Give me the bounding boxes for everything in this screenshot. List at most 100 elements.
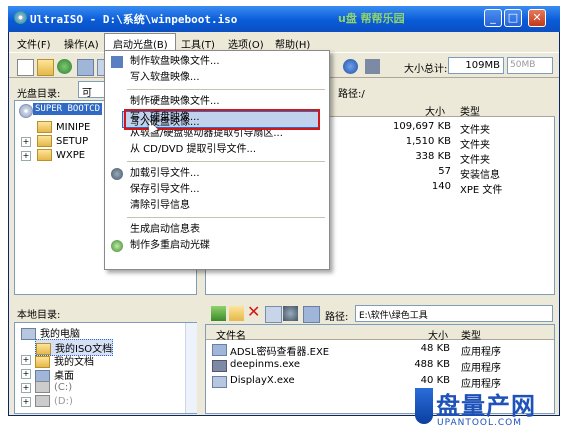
site-logo-subtext: UPANTOOL.COM — [437, 418, 523, 428]
local-path-input[interactable]: E:\软件\绿色工具 — [355, 305, 553, 322]
local-list-header: 文件名 大小 类型 — [206, 325, 554, 342]
menu-item-label: 写入软盘映像... — [130, 72, 200, 83]
menu-item-make-floppy-image[interactable]: 制作软盘映像文件... — [105, 54, 329, 70]
file-name: ADSL密码查看器.EXE — [230, 347, 330, 358]
row-type: 文件夹 — [460, 155, 490, 166]
menu-item-save-boot-file[interactable]: 保存引导文件... — [105, 182, 329, 198]
expand-toggle[interactable]: + — [21, 151, 31, 161]
menu-item-extract-cd-boot[interactable]: 从 CD/DVD 提取引导文件... — [105, 142, 329, 158]
file-size: 48 KB — [420, 343, 450, 354]
tree-item-label: SETUP — [56, 136, 89, 147]
highlighted-item-label[interactable]: 写入硬盘映像... — [130, 113, 200, 128]
table-row[interactable]: ADSL密码查看器.EXE 48 KB 应用程序 — [206, 342, 554, 358]
help-icon[interactable] — [343, 59, 358, 74]
maximize-button[interactable]: □ — [504, 9, 522, 27]
tree-item-my-computer[interactable]: 我的电脑 — [21, 325, 80, 340]
tree-item-my-docs[interactable]: 我的文档 — [35, 353, 94, 368]
row-size: 57 — [438, 166, 451, 177]
row-size: 140 — [431, 181, 451, 192]
menu-bar: 文件(F) 操作(A) 启动光盘(B) 工具(T) 选项(O) 帮助(H) — [9, 33, 559, 51]
menu-item-label: 保存引导文件... — [130, 184, 200, 195]
expand-toggle[interactable]: + — [21, 383, 31, 393]
header-type[interactable]: 类型 — [460, 103, 480, 118]
multiboot-icon — [111, 240, 123, 252]
tree-item-drive-c[interactable]: (C:) — [35, 381, 72, 393]
file-type: 应用程序 — [461, 363, 501, 374]
menu-item-label: 制作软盘映像文件... — [130, 56, 220, 67]
save-icon[interactable] — [77, 59, 94, 76]
row-size: 109,697 KB — [393, 121, 451, 132]
tree-item-wxpe[interactable]: WXPE — [37, 149, 85, 161]
header-name[interactable]: 文件名 — [216, 327, 246, 342]
tree-item-setup[interactable]: SETUP — [37, 135, 88, 147]
header-size[interactable]: 大小 — [425, 103, 445, 118]
up-folder-icon[interactable] — [211, 306, 226, 321]
title-watermark: u盘 帮帮乐园 — [338, 12, 405, 25]
menu-help[interactable]: 帮助(H) — [275, 36, 310, 51]
minimize-button[interactable]: _ — [484, 9, 502, 27]
bootable-dropdown-menu: 制作软盘映像文件... 写入软盘映像... 制作硬盘映像文件... 写入硬盘映像… — [104, 50, 330, 270]
menu-separator — [127, 217, 325, 218]
image-dir-label: 光盘目录: — [17, 89, 61, 100]
menu-tools[interactable]: 工具(T) — [181, 36, 215, 51]
gear-icon — [111, 168, 123, 180]
size-total-value: 109MB — [448, 57, 504, 74]
close-button[interactable]: ✕ — [528, 9, 546, 27]
table-row[interactable]: deepinms.exe 488 KB 应用程序 — [206, 358, 554, 374]
row-type: XPE 文件 — [460, 185, 503, 196]
folder-icon — [37, 135, 52, 147]
expand-toggle[interactable]: + — [21, 369, 31, 379]
menu-item-generate-boot-table[interactable]: 生成启动信息表 — [105, 222, 329, 238]
tree-item-label: (D:) — [54, 396, 73, 407]
ultraiso-app-icon — [14, 11, 27, 24]
menu-item-clear-boot-info[interactable]: 清除引导信息 — [105, 198, 329, 214]
new-icon[interactable] — [17, 59, 34, 76]
row-type: 文件夹 — [460, 125, 490, 136]
menu-separator — [127, 161, 325, 162]
menu-bootable[interactable]: 启动光盘(B) — [113, 36, 168, 51]
delete-icon[interactable]: ✕ — [247, 304, 262, 320]
open-icon[interactable] — [37, 59, 54, 76]
row-size: 1,510 KB — [405, 136, 451, 147]
row-type: 安装信息 — [460, 170, 500, 181]
folder-icon — [37, 121, 52, 133]
local-path-label: 路径: — [325, 312, 349, 323]
tree-item-desktop[interactable]: 桌面 — [35, 367, 74, 382]
expand-toggle[interactable]: + — [21, 355, 31, 365]
menu-item-label: 制作多重启动光碟 — [130, 240, 210, 251]
exe-icon — [212, 360, 227, 372]
tree-root-item[interactable]: SUPER BOOTCD — [33, 103, 103, 115]
menu-item-label: 加载引导文件... — [130, 168, 200, 179]
tree-item-drive-d[interactable]: (D:) — [35, 395, 73, 407]
menu-item-load-boot-file[interactable]: 加载引导文件... — [105, 166, 329, 182]
menu-options[interactable]: 选项(O) — [228, 36, 264, 51]
menu-actions[interactable]: 操作(A) — [64, 36, 99, 51]
row-type: 文件夹 — [460, 140, 490, 151]
cd-icon — [19, 104, 33, 118]
exit-icon[interactable] — [365, 59, 380, 74]
tree-scrollbar[interactable] — [185, 323, 197, 413]
exe-icon — [212, 376, 227, 388]
menu-item-label: 清除引导信息 — [130, 200, 190, 211]
expand-toggle[interactable]: + — [21, 137, 31, 147]
window-title: UltraISO - D:\系统\winpeboot.iso — [30, 13, 238, 26]
refresh-local-icon[interactable] — [303, 306, 320, 323]
refresh-icon[interactable] — [57, 59, 72, 74]
file-type: 应用程序 — [461, 347, 501, 358]
add-icon[interactable] — [265, 306, 282, 323]
menu-file[interactable]: 文件(F) — [17, 36, 51, 51]
menu-item-label: 从 CD/DVD 提取引导文件... — [130, 144, 257, 155]
menu-item-make-hdd-image[interactable]: 制作硬盘映像文件... — [105, 94, 329, 110]
tree-item-label: (C:) — [54, 382, 73, 393]
gear-icon[interactable] — [283, 306, 298, 321]
tree-item-minipe[interactable]: MINIPE — [37, 121, 90, 133]
new-folder-icon[interactable] — [229, 306, 244, 321]
header-type[interactable]: 类型 — [461, 327, 481, 342]
row-size: 338 KB — [415, 151, 451, 162]
image-path-label: 路径:/ — [338, 89, 365, 100]
header-size[interactable]: 大小 — [428, 327, 448, 342]
menu-item-multiboot-cd[interactable]: 制作多重启动光碟 — [105, 238, 329, 254]
menu-item-write-floppy-image[interactable]: 写入软盘映像... — [105, 70, 329, 86]
expand-toggle[interactable]: + — [21, 397, 31, 407]
local-dir-label: 本地目录: — [17, 310, 61, 321]
